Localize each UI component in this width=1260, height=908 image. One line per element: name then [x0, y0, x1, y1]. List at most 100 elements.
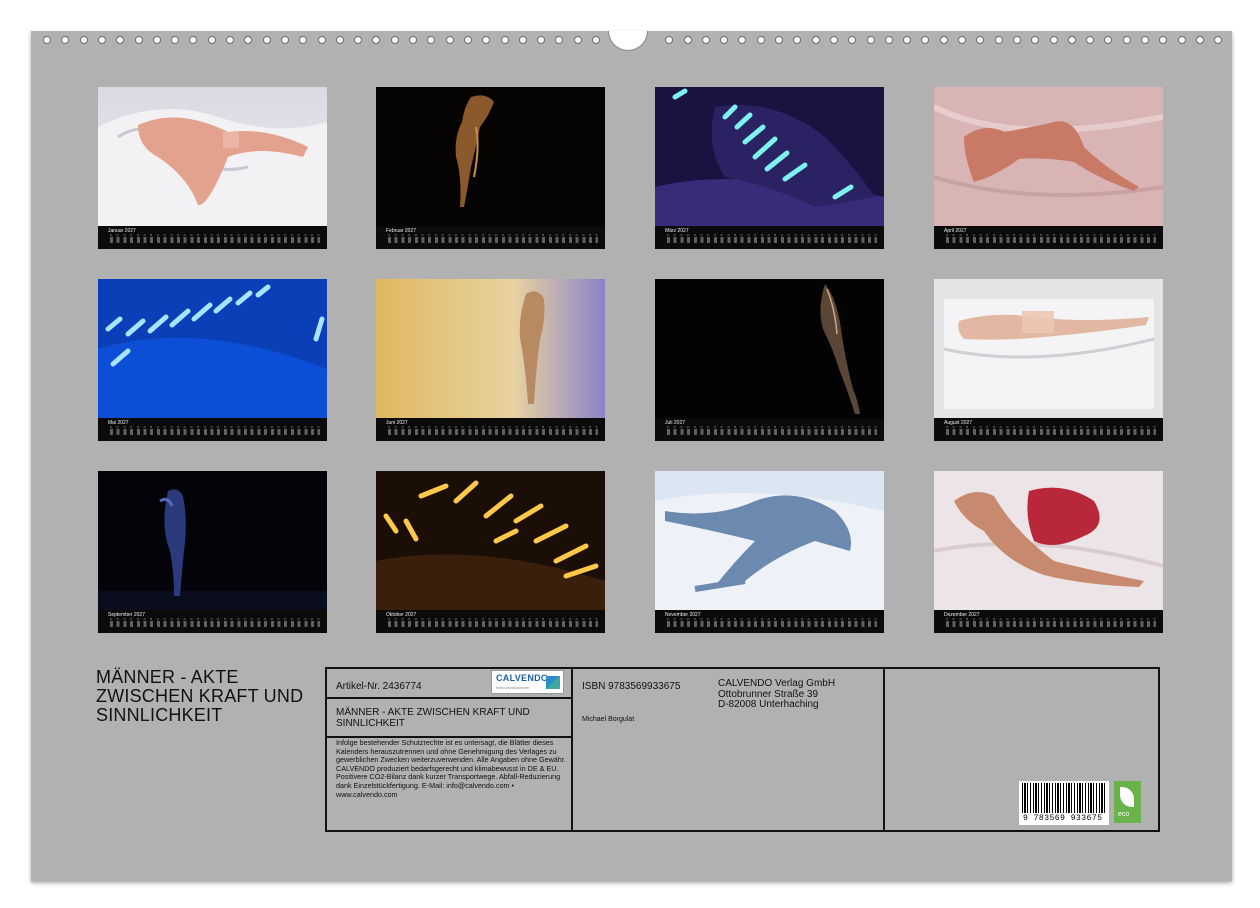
photo-september: [98, 471, 327, 610]
month-thumbnail-november: November 2027: [655, 471, 884, 633]
binding-hole: [921, 36, 930, 44]
title-line-1: MÄNNER - AKTE: [96, 667, 239, 687]
eco-badge: eco: [1114, 781, 1141, 823]
binding-hole: [537, 36, 546, 44]
publisher-address: CALVENDO Verlag GmbH Ottobrunner Straße …: [718, 678, 836, 711]
binding-hole: [409, 36, 417, 44]
binding-hole: [79, 36, 88, 44]
photo-juli: [655, 279, 884, 418]
month-thumbnail-januar: Januar 2027: [98, 87, 327, 249]
photo-oktober: [376, 471, 605, 610]
photo-juni: [376, 279, 605, 418]
binding-hole: [207, 36, 216, 44]
binding-hole: [958, 36, 966, 44]
calendar-title: MÄNNER - AKTE ZWISCHEN KRAFT UND SINNLIC…: [96, 668, 303, 725]
binding-hole: [335, 36, 344, 44]
binding-hole: [683, 36, 692, 44]
month-thumbnail-september: September 2027: [98, 471, 327, 633]
binding-hole: [738, 36, 747, 44]
month-thumbnail-februar: Februar 2027: [376, 87, 605, 249]
binding-hole: [829, 36, 838, 44]
binding-hole: [61, 36, 70, 44]
article-number: Artikel-Nr. 2436774: [336, 681, 422, 692]
binding-hole: [811, 36, 820, 44]
binding-hole: [226, 36, 234, 44]
binding-hole: [1104, 36, 1113, 44]
title-line-3: SINNLICHKEIT: [96, 705, 223, 725]
month-thumbnail-oktober: Oktober 2027: [376, 471, 605, 633]
binding-hole: [299, 36, 308, 44]
month-thumbnail-august: August 2027: [934, 279, 1163, 441]
photo-februar: [376, 87, 605, 226]
binding-hole: [903, 36, 912, 44]
hanger-cutout: [608, 31, 648, 51]
binding-hole: [939, 36, 948, 44]
binding-hole: [793, 36, 802, 44]
binding-hole: [1122, 36, 1131, 44]
binding-hole: [189, 36, 198, 44]
binding-hole: [1159, 36, 1168, 44]
photo-januar: [98, 87, 327, 226]
month-thumbnail-april: April 2027: [934, 87, 1163, 249]
binding-hole: [317, 36, 326, 44]
binding-hole: [884, 36, 893, 44]
publisher-city: D-82008 Unterhaching: [718, 699, 819, 710]
binding-hole: [1086, 36, 1095, 44]
binding-hole: [445, 36, 454, 44]
binding-hole: [518, 36, 527, 44]
month-thumbnail-mai: Mai 2027: [98, 279, 327, 441]
binding-hole: [1177, 36, 1186, 44]
binding-hole: [756, 36, 765, 44]
legal-notice: Infolge bestehender Schutzrechte ist es …: [336, 738, 566, 799]
binding-hole: [1214, 36, 1223, 44]
month-thumbnail-juli: Juli 2027: [655, 279, 884, 441]
isbn: ISBN 9783569933675: [582, 681, 681, 692]
author: Michael Borgulat: [582, 716, 635, 723]
leaf-icon: [1120, 787, 1134, 807]
binding-hole: [555, 36, 564, 44]
binding-hole: [463, 36, 472, 44]
binding-hole: [976, 36, 985, 44]
binding-hole: [116, 36, 125, 44]
binding-hole: [390, 36, 399, 44]
binding-hole: [152, 36, 161, 44]
photo-maerz: [655, 87, 884, 226]
photo-november: [655, 471, 884, 610]
month-thumbnail-dezember: Dezember 2027: [934, 471, 1163, 633]
calvendo-logo: CALVENDO best wandkalender: [491, 670, 564, 694]
binding-hole: [262, 36, 271, 44]
month-thumbnail-juni: Juni 2027: [376, 279, 605, 441]
binding-hole: [244, 36, 253, 44]
binding-hole: [1195, 36, 1204, 44]
binding-hole: [1141, 36, 1149, 44]
binding-hole: [573, 36, 582, 44]
binding-hole: [866, 36, 875, 44]
binding-hole: [134, 36, 143, 44]
photo-april: [934, 87, 1163, 226]
binding-hole: [665, 36, 674, 44]
photo-mai: [98, 279, 327, 418]
isbn-barcode: 9 783569 933675: [1019, 781, 1109, 825]
binding-hole: [994, 36, 1003, 44]
binding-hole: [1067, 36, 1076, 44]
photo-august: [934, 279, 1163, 418]
binding-hole: [500, 36, 509, 44]
binding-hole: [1049, 36, 1058, 44]
binding-hole: [354, 36, 363, 44]
binding-hole: [171, 36, 180, 44]
publisher-name: CALVENDO Verlag GmbH: [718, 678, 836, 689]
calendar-back-sheet: Januar 2027 Februar 2027 März 2027 April…: [31, 31, 1232, 881]
product-title: MÄNNER - AKTE ZWISCHEN KRAFT UND SINNLIC…: [336, 707, 530, 729]
month-thumbnail-maerz: März 2027: [655, 87, 884, 249]
photo-dezember: [934, 471, 1163, 610]
barcode-number: 9 783569 933675: [1023, 814, 1103, 823]
binding-hole: [482, 36, 491, 44]
binding-hole: [701, 36, 710, 44]
title-line-2: ZWISCHEN KRAFT UND: [96, 686, 304, 706]
binding-hole: [720, 36, 729, 44]
binding-hole: [592, 36, 600, 44]
binding-hole: [1012, 36, 1021, 44]
binding-hole: [43, 36, 51, 44]
binding-hole: [848, 36, 857, 44]
binding-hole: [427, 36, 436, 44]
